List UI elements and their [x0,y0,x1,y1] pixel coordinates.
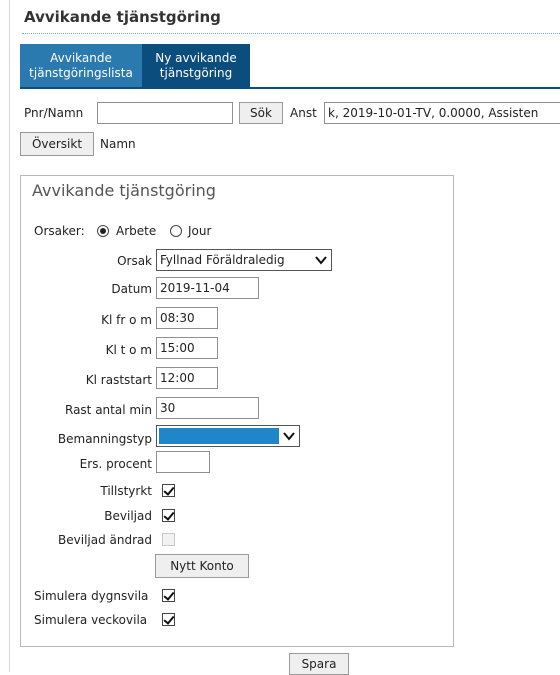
orsak-label: Orsak [117,254,152,268]
anst-label: Anst [290,106,317,120]
pnr-input[interactable] [97,102,233,124]
radio-jour-label: Jour [188,224,212,238]
bemanning-select[interactable] [156,425,300,447]
left-border [9,0,10,672]
radio-jour[interactable] [170,225,182,237]
orsaker-label: Orsaker: [34,224,85,238]
tab-line1: Avvikande [50,51,112,65]
datum-label: Datum [111,282,152,296]
rastmin-label: Rast antal min [65,403,152,417]
bemanning-selection [159,428,279,444]
beviljad-andrad-label: Beviljad ändrad [58,533,152,547]
form-title: Avvikande tjänstgöring [32,181,216,200]
radio-arbete-label: Arbete [116,224,157,238]
ers-input[interactable] [156,451,210,473]
nytt-konto-button[interactable]: Nytt Konto [155,554,249,578]
tab-underline [20,87,560,89]
chevron-down-icon [315,256,327,265]
sim-vecka-label: Simulera veckovila [34,613,148,627]
tab-line2: tjänstgöringslista [29,66,133,80]
orsak-select[interactable]: Fyllnad Föräldraledig [156,249,332,271]
kltom-input[interactable]: 15:00 [156,337,218,359]
orsak-value: Fyllnad Föräldraledig [160,253,285,267]
pnr-label: Pnr/Namn [24,106,84,120]
datum-input[interactable]: 2019-11-04 [156,277,259,299]
beviljad-label: Beviljad [104,509,152,523]
tillstyrkt-label: Tillstyrkt [100,484,152,498]
rast-input[interactable]: 12:00 [156,367,218,389]
anst-field[interactable]: k, 2019-10-01-TV, 0.0000, Assisten [324,102,560,124]
beviljad-checkbox[interactable] [162,509,175,522]
radio-arbete[interactable] [97,225,109,237]
tab-line1: Ny avvikande [155,51,237,65]
title-divider [22,33,560,34]
beviljad-andrad-checkbox [162,533,175,546]
sim-dygn-label: Simulera dygnsvila [34,589,149,603]
namn-label: Namn [100,137,136,151]
klfrom-input[interactable]: 08:30 [156,307,218,329]
tab-avvikande-lista[interactable]: Avvikande tjänstgöringslista [20,44,142,88]
tab-line2: tjänstgöring [159,66,233,80]
bemanning-label: Bemanningstyp [57,432,152,446]
tillstyrkt-checkbox[interactable] [162,484,175,497]
sok-button[interactable]: Sök [239,102,283,124]
oversikt-button[interactable]: Översikt [20,132,94,156]
klfrom-label: Kl fr o m [101,313,152,327]
sim-dygn-checkbox[interactable] [162,589,175,602]
ers-label: Ers. procent [79,457,152,471]
chevron-down-icon [283,432,295,441]
rastmin-input[interactable]: 30 [156,397,259,419]
kltom-label: Kl t o m [105,343,152,357]
tab-ny-avvikande[interactable]: Ny avvikande tjänstgöring [142,44,250,88]
page-title: Avvikande tjänstgöring [24,8,221,26]
sim-vecka-checkbox[interactable] [162,613,175,626]
rast-label: Kl raststart [85,373,152,387]
